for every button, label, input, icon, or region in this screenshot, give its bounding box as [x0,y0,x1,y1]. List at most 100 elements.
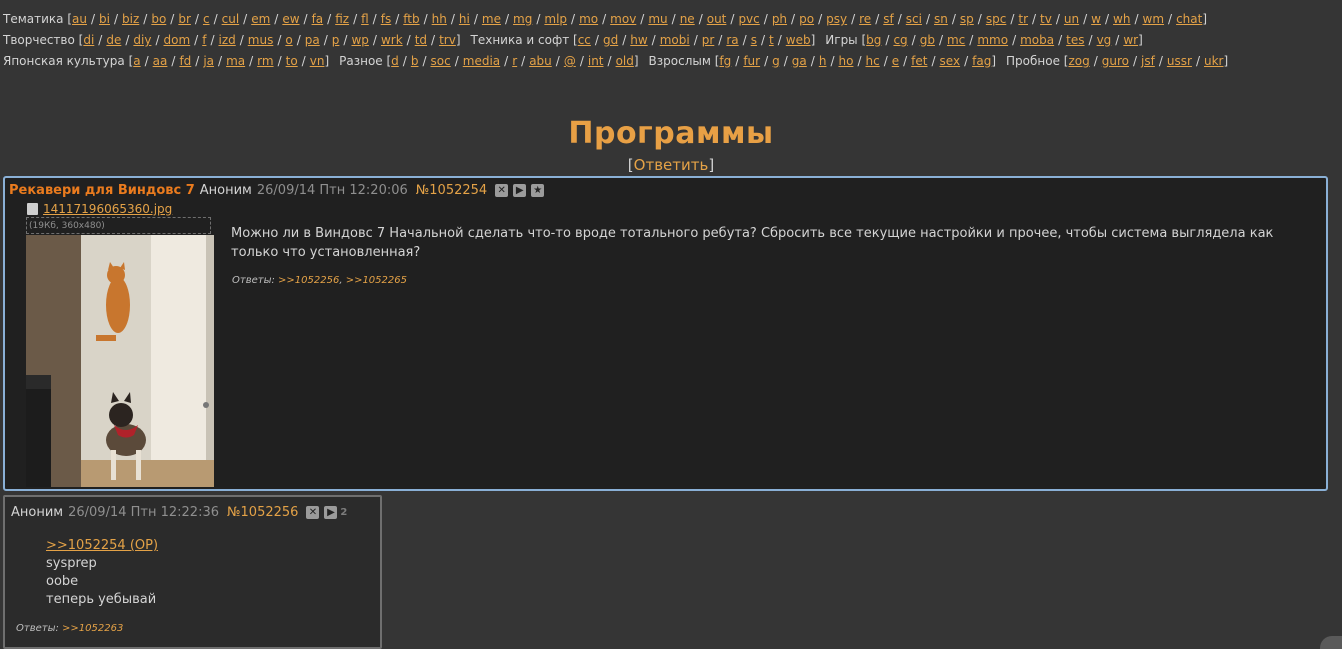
op-post-number[interactable]: №1052254 [416,183,487,198]
board-link[interactable]: un [1064,12,1079,26]
op-quote-link[interactable]: >>1052254 (OP) [46,538,158,553]
board-link[interactable]: a [133,54,140,68]
reply-ref-link[interactable]: >>1052256 [278,275,339,286]
board-link[interactable]: ga [792,54,807,68]
board-link[interactable]: guro [1102,54,1129,68]
board-link[interactable]: o [285,33,292,47]
reply-post-number[interactable]: №1052256 [227,505,298,520]
board-link[interactable]: tr [1018,12,1028,26]
board-link[interactable]: int [588,54,604,68]
board-link[interactable]: w [1091,12,1101,26]
favorite-star-icon[interactable]: ★ [531,184,545,197]
board-link[interactable]: s [751,33,757,47]
board-link[interactable]: mov [610,12,636,26]
board-link[interactable]: jsf [1141,54,1155,68]
board-link[interactable]: hw [630,33,647,47]
board-link[interactable]: fd [179,54,191,68]
board-link[interactable]: wm [1143,12,1165,26]
board-link[interactable]: ftb [403,12,419,26]
board-link[interactable]: me [482,12,501,26]
board-link[interactable]: sci [906,12,922,26]
board-link[interactable]: wrk [381,33,403,47]
board-link[interactable]: mc [947,33,965,47]
board-link[interactable]: fg [719,54,731,68]
expand-icon[interactable]: ▶ [513,184,527,197]
board-link[interactable]: rm [257,54,273,68]
board-link[interactable]: pvc [738,12,759,26]
board-link[interactable]: spc [986,12,1006,26]
board-link[interactable]: gd [603,33,618,47]
board-link[interactable]: izd [218,33,235,47]
board-link[interactable]: pa [305,33,320,47]
board-link[interactable]: c [203,12,210,26]
board-link[interactable]: de [106,33,121,47]
board-link[interactable]: wh [1113,12,1130,26]
board-link[interactable]: zog [1068,54,1089,68]
board-link[interactable]: gb [920,33,935,47]
board-link[interactable]: vg [1097,33,1112,47]
board-link[interactable]: ukr [1204,54,1224,68]
board-link[interactable]: fiz [335,12,349,26]
board-link[interactable]: cg [893,33,907,47]
board-link[interactable]: fet [911,54,927,68]
board-link[interactable]: biz [122,12,139,26]
board-link[interactable]: wp [351,33,368,47]
reply-link[interactable]: Ответить [634,156,709,174]
board-link[interactable]: bi [99,12,110,26]
board-link[interactable]: diy [133,33,151,47]
board-link[interactable]: cc [578,33,591,47]
board-link[interactable]: hi [459,12,470,26]
board-link[interactable]: fs [381,12,391,26]
board-link[interactable]: sex [940,54,961,68]
op-file-link[interactable]: 14117196065360.jpg [43,202,172,216]
board-link[interactable]: aa [153,54,168,68]
board-link[interactable]: au [72,12,87,26]
board-link[interactable]: ne [680,12,695,26]
board-link[interactable]: fl [361,12,369,26]
board-link[interactable]: mu [648,12,667,26]
board-link[interactable]: t [769,33,774,47]
board-link[interactable]: bo [151,12,166,26]
board-link[interactable]: mmo [977,33,1008,47]
board-link[interactable]: to [286,54,298,68]
board-link[interactable]: chat [1176,12,1202,26]
board-link[interactable]: ho [838,54,853,68]
board-link[interactable]: di [83,33,94,47]
board-link[interactable]: wr [1123,33,1138,47]
board-link[interactable]: mus [248,33,274,47]
board-link[interactable]: psy [826,12,847,26]
board-link[interactable]: out [707,12,727,26]
board-link[interactable]: cul [222,12,240,26]
expand-icon[interactable]: ▶ [324,506,338,519]
board-link[interactable]: mlp [544,12,567,26]
board-link[interactable]: mg [513,12,532,26]
board-link[interactable]: trv [439,33,456,47]
board-link[interactable]: abu [529,54,552,68]
board-link[interactable]: fa [312,12,324,26]
board-link[interactable]: web [786,33,811,47]
board-link[interactable]: moba [1020,33,1054,47]
hide-icon[interactable]: ✕ [306,506,320,519]
board-link[interactable]: ja [203,54,214,68]
board-link[interactable]: @ [564,54,576,68]
board-link[interactable]: ma [226,54,245,68]
board-link[interactable]: tes [1066,33,1084,47]
board-link[interactable]: media [463,54,500,68]
board-link[interactable]: g [772,54,780,68]
board-link[interactable]: old [616,54,634,68]
board-link[interactable]: pr [702,33,715,47]
scroll-corner[interactable] [1320,636,1342,649]
board-link[interactable]: dom [164,33,191,47]
reply-ref-link[interactable]: >>1052263 [62,623,123,634]
board-link[interactable]: fag [972,54,991,68]
board-link[interactable]: fur [743,54,760,68]
op-thumbnail-image[interactable] [26,235,214,487]
board-link[interactable]: mo [579,12,598,26]
board-link[interactable]: re [859,12,871,26]
board-link[interactable]: sp [960,12,974,26]
board-link[interactable]: ew [282,12,299,26]
board-link[interactable]: sn [934,12,948,26]
reply-ref-link[interactable]: >>1052265 [346,275,407,286]
board-link[interactable]: ph [772,12,787,26]
board-link[interactable]: td [415,33,427,47]
